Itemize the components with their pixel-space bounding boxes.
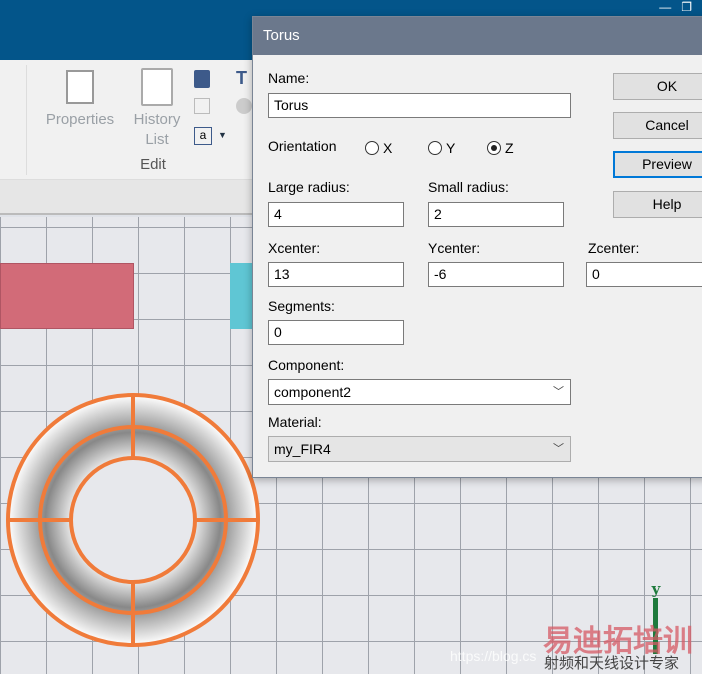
torus-dialog: Torus Name: Torus Orientation X Y Z Larg… xyxy=(252,16,702,478)
name-label: Name: xyxy=(268,70,310,86)
help-button[interactable]: Help xyxy=(613,191,702,218)
preview-button[interactable]: Preview xyxy=(613,151,702,178)
info-icon[interactable] xyxy=(236,98,252,114)
segments-input[interactable]: 0 xyxy=(268,320,404,345)
refresh-icon[interactable] xyxy=(194,98,210,114)
orientation-y-radio[interactable]: Y xyxy=(428,140,455,156)
calculator-icon[interactable] xyxy=(194,70,210,88)
name-input[interactable]: Torus xyxy=(268,93,571,118)
material-select[interactable]: my_FIR4 ﹀ xyxy=(268,436,571,462)
material-label: Material: xyxy=(268,414,322,430)
ycenter-label: Ycenter: xyxy=(428,240,481,256)
window-controls[interactable]: — ❐ xyxy=(659,0,692,14)
radio-circle-checked[interactable] xyxy=(487,141,501,155)
watermark-url: https://blog.cs xyxy=(450,648,537,664)
zcenter-label: Zcenter: xyxy=(588,240,640,256)
chevron-down-icon[interactable]: ﹀ xyxy=(553,380,564,404)
properties-button[interactable]: Properties xyxy=(40,70,120,130)
orientation-label: Orientation xyxy=(268,138,337,154)
red-box xyxy=(0,263,134,329)
small-radius-input[interactable]: 2 xyxy=(428,202,564,227)
watermark-slogan: 射频和天线设计专家 xyxy=(544,655,680,672)
radio-circle[interactable] xyxy=(365,141,379,155)
cyan-box xyxy=(230,263,254,329)
chevron-down-icon[interactable]: ﹀ xyxy=(553,437,564,461)
restore-icon[interactable]: ❐ xyxy=(681,0,692,14)
orientation-x-radio[interactable]: X xyxy=(365,140,392,156)
xcenter-input[interactable]: 13 xyxy=(268,262,404,287)
cancel-button[interactable]: Cancel xyxy=(613,112,702,139)
component-label: Component: xyxy=(268,357,345,373)
segments-label: Segments: xyxy=(268,298,335,314)
y-axis-label: y xyxy=(651,580,661,598)
zcenter-input[interactable]: 0 xyxy=(586,262,702,287)
minimize-icon[interactable]: — xyxy=(659,0,671,14)
ok-button[interactable]: OK xyxy=(613,73,702,100)
small-radius-label: Small radius: xyxy=(428,179,509,195)
text-icon[interactable]: T xyxy=(236,68,247,89)
torus-shape xyxy=(6,393,260,647)
component-select[interactable]: component2 ﹀ xyxy=(268,379,571,405)
large-radius-input[interactable]: 4 xyxy=(268,202,404,227)
radio-circle[interactable] xyxy=(428,141,442,155)
dialog-title: Torus xyxy=(253,17,702,55)
torus-inner-edge xyxy=(69,456,197,584)
ycenter-input[interactable]: -6 xyxy=(428,262,564,287)
edit-group-label: Edit xyxy=(140,156,166,173)
xcenter-label: Xcenter: xyxy=(268,240,321,256)
history-list-button[interactable]: History List xyxy=(128,68,186,150)
annotation-icon[interactable]: a xyxy=(194,127,212,145)
orientation-z-radio[interactable]: Z xyxy=(487,140,514,156)
large-radius-label: Large radius: xyxy=(268,179,350,195)
dropdown-arrow-icon[interactable]: ▼ xyxy=(218,130,227,140)
properties-icon xyxy=(66,70,94,104)
history-clock-icon xyxy=(141,68,173,106)
